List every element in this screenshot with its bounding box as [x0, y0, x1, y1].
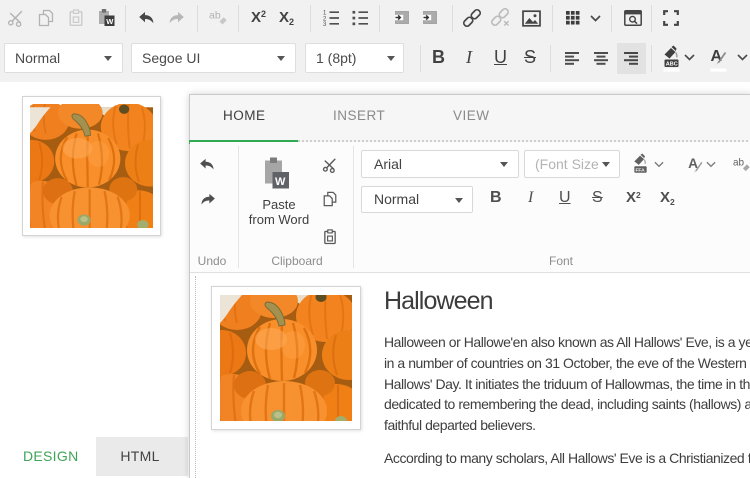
- svg-text:FFA: FFA: [635, 167, 645, 173]
- svg-text:A: A: [711, 48, 723, 65]
- svg-text:3: 3: [323, 22, 327, 27]
- svg-text:ab: ab: [733, 157, 745, 168]
- svg-text:W: W: [106, 17, 114, 26]
- svg-text:ABC: ABC: [666, 62, 678, 68]
- svg-text:ab: ab: [209, 10, 221, 22]
- svg-text:W: W: [275, 176, 286, 188]
